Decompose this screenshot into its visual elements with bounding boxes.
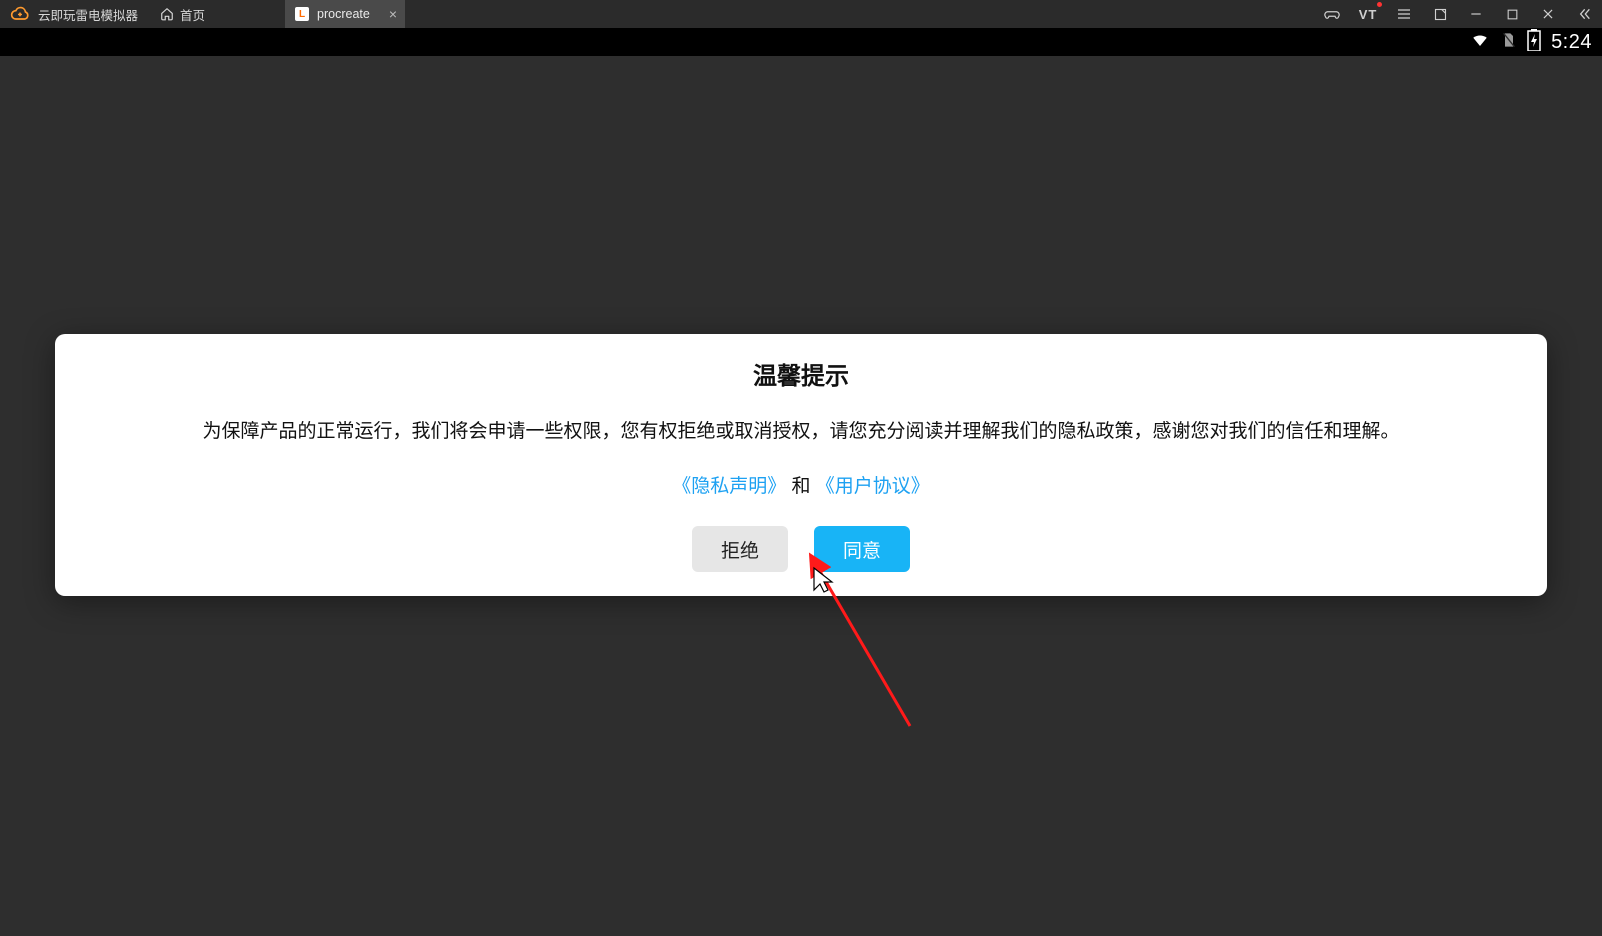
vt-indicator[interactable]: VT	[1358, 4, 1378, 24]
gamepad-icon[interactable]	[1322, 4, 1342, 24]
home-icon	[160, 7, 174, 21]
dialog-title: 温馨提示	[79, 356, 1523, 391]
tab-app-icon: L	[295, 7, 309, 21]
tab-label: procreate	[317, 7, 370, 21]
dialog-body-text: 为保障产品的正常运行，我们将会申请一些权限，您有权拒绝或取消授权，请您充分阅读并…	[79, 417, 1523, 447]
privacy-link[interactable]: 《隐私声明》	[672, 476, 786, 497]
tab-close-button[interactable]: ×	[389, 7, 397, 21]
app-name-label: 云即玩雷电模拟器	[38, 5, 138, 24]
home-label-text: 首页	[180, 5, 205, 24]
device-screen: 5:24 温馨提示 为保障产品的正常运行，我们将会申请一些权限，您有权拒绝或取消…	[0, 28, 1602, 936]
app-surface: 温馨提示 为保障产品的正常运行，我们将会申请一些权限，您有权拒绝或取消授权，请您…	[0, 56, 1602, 936]
dialog-actions: 拒绝 同意	[79, 526, 1523, 572]
window-controls: VT	[1322, 0, 1594, 28]
statusbar-clock: 5:24	[1551, 31, 1592, 54]
tab-procreate[interactable]: L procreate ×	[285, 0, 405, 28]
links-joiner: 和	[791, 476, 810, 497]
app-logo-icon	[10, 4, 30, 24]
agreement-link[interactable]: 《用户协议》	[816, 476, 930, 497]
minimize-button[interactable]	[1466, 4, 1486, 24]
decline-button[interactable]: 拒绝	[692, 526, 788, 572]
home-tab[interactable]: 首页	[160, 5, 205, 24]
android-statusbar: 5:24	[0, 28, 1602, 56]
close-window-button[interactable]	[1538, 4, 1558, 24]
sim-disabled-icon	[1501, 31, 1517, 54]
permission-dialog: 温馨提示 为保障产品的正常运行，我们将会申请一些权限，您有权拒绝或取消授权，请您…	[55, 334, 1547, 596]
wifi-icon	[1469, 31, 1491, 54]
dialog-links-row: 《隐私声明》 和 《用户协议》	[79, 471, 1523, 498]
emulator-titlebar: 云即玩雷电模拟器 首页 L procreate × VT	[0, 0, 1602, 28]
menu-icon[interactable]	[1394, 4, 1414, 24]
maximize-button[interactable]	[1502, 4, 1522, 24]
fullscreen-icon[interactable]	[1430, 4, 1450, 24]
collapse-sidebar-icon[interactable]	[1574, 4, 1594, 24]
agree-button[interactable]: 同意	[814, 526, 910, 572]
battery-charging-icon	[1527, 29, 1541, 56]
